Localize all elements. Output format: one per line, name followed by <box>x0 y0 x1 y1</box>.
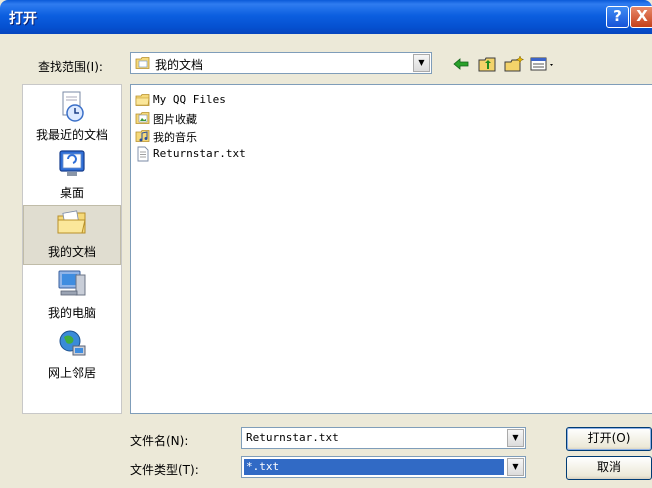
new-folder-button[interactable] <box>503 54 525 74</box>
desktop-icon <box>59 150 85 176</box>
place-desktop[interactable]: 桌面 <box>23 147 121 207</box>
file-type-value: *.txt <box>246 460 280 473</box>
cancel-button[interactable]: 取消 <box>566 456 652 480</box>
file-name: 我的音乐 <box>153 131 197 144</box>
views-menu-button[interactable] <box>528 54 558 74</box>
look-in-dropdown[interactable]: 我的文档 ▼ <box>130 52 432 74</box>
place-label: 网上邻居 <box>47 366 96 380</box>
my-computer-icon <box>58 270 86 296</box>
recent-documents-icon <box>62 91 84 122</box>
views-menu-icon <box>530 57 553 71</box>
open-button[interactable]: 打开(O) <box>566 427 652 451</box>
close-icon: X <box>636 7 648 25</box>
file-type-selection: *.txt <box>244 459 504 475</box>
file-name: My QQ Files <box>153 93 226 106</box>
file-type-label: 文件类型(T): <box>130 463 199 477</box>
up-folder-icon <box>478 57 496 72</box>
chevron-down-icon: ▼ <box>512 433 519 442</box>
back-arrow-icon <box>453 58 469 70</box>
file-name-label: 文件名(N): <box>130 434 189 448</box>
look-in-dropdown-arrow[interactable]: ▼ <box>413 54 430 72</box>
chevron-down-icon: ▼ <box>418 58 425 67</box>
place-recent-documents[interactable]: 我最近的文档 <box>23 89 121 149</box>
text-file-icon <box>137 146 149 162</box>
places-bar: 我最近的文档 桌面 我的文档 我的电脑 网上邻居 <box>22 84 122 414</box>
close-button[interactable]: X <box>630 6 652 28</box>
my-documents-folder-icon <box>135 57 150 69</box>
help-icon: ? <box>613 7 622 25</box>
place-label: 我的电脑 <box>47 306 96 320</box>
file-name: Returnstar.txt <box>153 147 246 160</box>
look-in-value: 我的文档 <box>155 58 204 72</box>
place-my-documents[interactable]: 我的文档 <box>23 205 121 265</box>
file-type-dropdown[interactable]: *.txt ▼ <box>241 456 526 478</box>
help-button[interactable]: ? <box>606 6 629 28</box>
my-music-folder-icon <box>135 130 150 142</box>
open-file-dialog: 打开 ? X 查找范围(I): 我的文档 ▼ 我最近的文档 桌面 我的文档 我的… <box>0 0 652 488</box>
network-places-icon <box>59 330 86 356</box>
place-network-places[interactable]: 网上邻居 <box>23 327 121 387</box>
my-documents-icon <box>57 210 86 234</box>
file-name-combo[interactable]: Returnstar.txt ▼ <box>241 427 526 449</box>
place-label: 我最近的文档 <box>35 128 108 142</box>
folder-icon <box>135 94 150 106</box>
place-label: 我的文档 <box>47 245 96 259</box>
file-name-dropdown-arrow[interactable]: ▼ <box>507 429 524 447</box>
place-my-computer[interactable]: 我的电脑 <box>23 267 121 327</box>
back-button[interactable] <box>450 54 472 74</box>
file-name: 图片收藏 <box>153 113 197 126</box>
title-bar[interactable]: 打开 ? X <box>0 0 652 34</box>
new-folder-icon <box>504 55 525 72</box>
up-one-level-button[interactable] <box>476 54 498 74</box>
file-name-value: Returnstar.txt <box>246 431 339 444</box>
look-in-label: 查找范围(I): <box>38 60 103 74</box>
file-list[interactable]: My QQ Files 图片收藏 我的音乐 Returnstar.txt <box>130 84 652 414</box>
place-label: 桌面 <box>59 186 84 200</box>
file-type-dropdown-arrow[interactable]: ▼ <box>507 458 524 476</box>
my-pictures-folder-icon <box>135 112 150 124</box>
chevron-down-icon: ▼ <box>512 462 519 471</box>
window-title: 打开 <box>9 11 37 27</box>
